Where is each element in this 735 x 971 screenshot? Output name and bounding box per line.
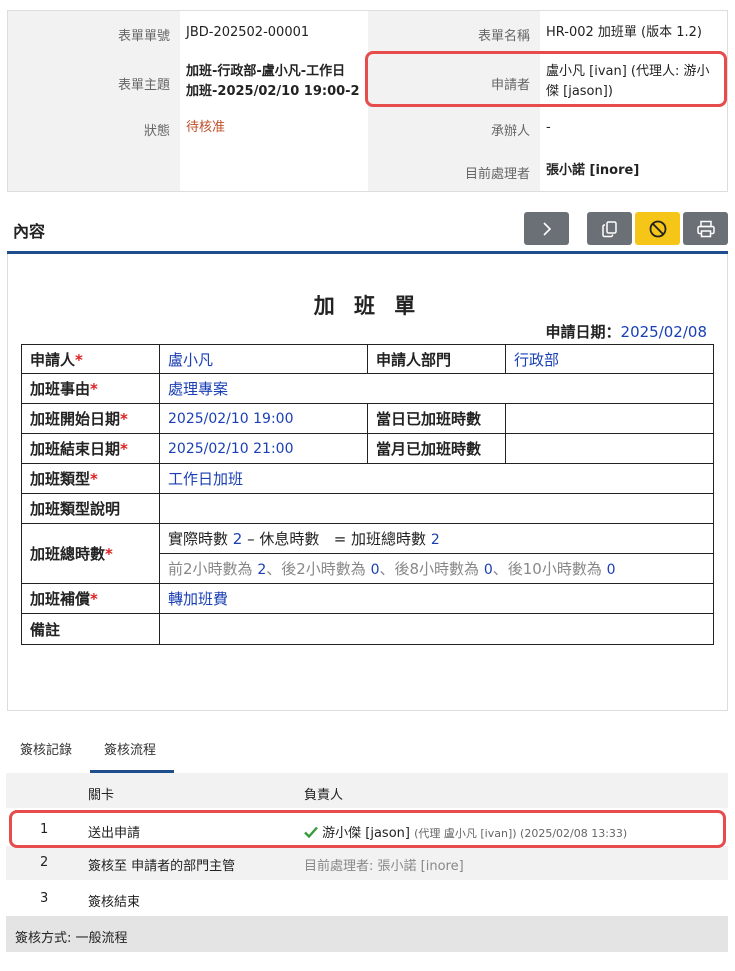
row-no: 3 — [40, 891, 49, 906]
start-datetime-field[interactable]: 2025/02/10 19:00 — [159, 403, 368, 434]
tab-flow[interactable]: 簽核流程 — [104, 739, 156, 758]
subject-line-2: 加班-2025/02/10 19:00-2 — [186, 84, 360, 99]
highlight-flow-row — [9, 810, 726, 848]
type-field-label: 加班類型* — [21, 463, 160, 494]
apply-date: 申請日期：2025/02/08 — [546, 321, 707, 342]
row-owner: 目前處理者: 張小諾 [inore] — [304, 859, 464, 874]
reject-button[interactable] — [635, 212, 680, 245]
reason-field-label: 加班事由* — [21, 373, 160, 404]
subject-label: 表單主題 — [117, 78, 170, 93]
info-row-3: 狀態 待核准 承辦人 - — [8, 110, 727, 150]
handler: - — [540, 110, 727, 150]
hours-breakdown: 前2小時數為 2、後2小時數為 0、後8小時數為 0、後10小時數為 0 — [159, 553, 714, 584]
dept-field[interactable]: 行政部 — [505, 344, 714, 374]
note-field[interactable] — [159, 613, 714, 645]
approval-method: 簽核方式: 一般流程 — [15, 931, 128, 946]
applicant-field-label: 申請人* — [21, 344, 160, 374]
col-owner: 負責人 — [304, 788, 344, 803]
copy-icon — [601, 220, 617, 237]
info-row-4: 目前處理者 張小諾 [inore] — [8, 150, 727, 191]
print-icon — [696, 220, 715, 237]
dept-field-label: 申請人部門 — [367, 344, 506, 374]
highlight-applicant — [365, 51, 727, 107]
form-no: JBD-202502-00001 — [180, 11, 368, 54]
current-handler: 張小諾 [inore] — [540, 150, 727, 191]
form-name: HR-002 加班單 (版本 1.2) — [540, 11, 727, 54]
type-field[interactable]: 工作日加班 — [159, 463, 714, 494]
apply-date-label: 申請日期： — [545, 323, 621, 341]
total-hours: 2 — [430, 532, 440, 548]
next-button[interactable] — [524, 212, 569, 245]
subject: 加班-行政部-盧小凡-工作日 加班-2025/02/10 19:00-2 — [180, 54, 368, 110]
compensation-label: 加班補償* — [21, 583, 160, 614]
day-hours-field[interactable] — [505, 403, 714, 434]
row-no: 2 — [40, 855, 49, 870]
handler-label: 承辦人 — [490, 124, 530, 139]
day-hours-label: 當日已加班時數 — [367, 403, 506, 434]
subject-line-1: 加班-行政部-盧小凡-工作日 — [186, 64, 346, 79]
current-handler-label: 目前處理者 — [464, 167, 530, 182]
ban-icon — [649, 220, 666, 237]
type-desc-label: 加班類型說明 — [21, 493, 160, 524]
reason-field[interactable]: 處理專案 — [159, 373, 714, 404]
start-field-label: 加班開始日期* — [21, 403, 160, 434]
actual-hours: 2 — [232, 530, 243, 548]
total-hours-label: 加班總時數* — [21, 523, 160, 584]
form-name-label: 表單名稱 — [477, 29, 530, 44]
chevron-right-icon — [542, 221, 551, 236]
apply-date-value: 2025/02/08 — [620, 323, 707, 341]
form-title: 加 班 單 — [313, 294, 422, 318]
print-button[interactable] — [683, 212, 728, 245]
overtime-form-table: 申請人* 盧小凡 申請人部門 行政部 加班事由* 處理專案 加班開始日期* 20… — [21, 344, 714, 645]
note-label: 備註 — [21, 613, 160, 645]
flow-footer: 簽核方式: 一般流程 — [6, 916, 728, 952]
row-stage: 簽核結束 — [88, 895, 141, 910]
end-field-label: 加班結束日期* — [21, 433, 160, 464]
row-stage: 簽核至 申請者的部門主管 — [88, 859, 236, 874]
section-title: 內容 — [13, 222, 46, 241]
flow-header: 關卡 負責人 — [6, 773, 728, 808]
compensation-field[interactable]: 轉加班費 — [159, 583, 714, 614]
status-label: 狀態 — [143, 124, 170, 139]
applicant-field[interactable]: 盧小凡 — [159, 344, 368, 374]
total-hours-calc: 實際時數 2 – 休息時數 = 加班總時數 2 — [159, 523, 714, 554]
end-datetime-field[interactable]: 2025/02/10 21:00 — [159, 433, 368, 464]
tab-records[interactable]: 簽核記錄 — [20, 739, 72, 758]
copy-button[interactable] — [587, 212, 632, 245]
status-badge: 待核准 — [180, 110, 368, 150]
empty-cell — [180, 150, 368, 191]
info-row-1: 表單單號 JBD-202502-00001 表單名稱 HR-002 加班單 (版… — [8, 11, 727, 54]
table-row: 2 簽核至 申請者的部門主管 目前處理者: 張小諾 [inore] — [6, 846, 728, 880]
table-row: 3 簽核結束 — [6, 880, 728, 916]
month-hours-field[interactable] — [505, 433, 714, 464]
col-stage: 關卡 — [88, 788, 115, 803]
month-hours-label: 當月已加班時數 — [367, 433, 506, 464]
type-desc-field[interactable] — [159, 493, 714, 524]
form-no-label: 表單單號 — [117, 29, 170, 44]
